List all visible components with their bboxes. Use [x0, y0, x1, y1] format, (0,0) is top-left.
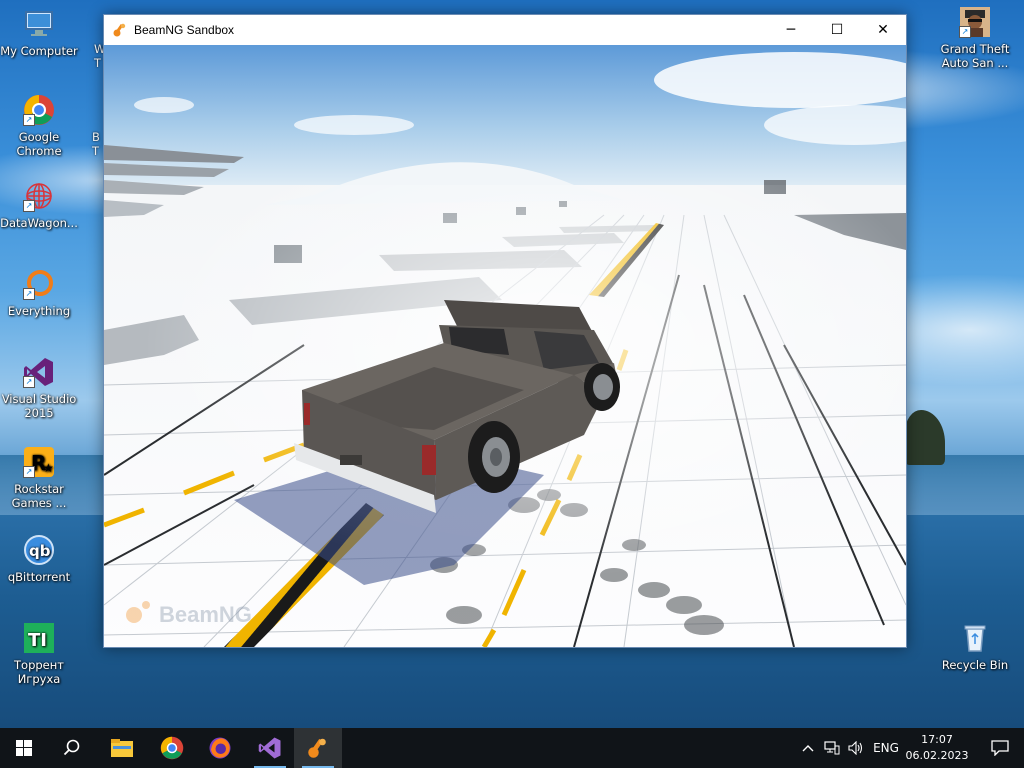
file-explorer-icon: [111, 739, 133, 757]
windows-logo-icon: [16, 740, 32, 756]
taskbar-chrome[interactable]: [148, 728, 196, 768]
clock[interactable]: 17:07 06.02.2023: [904, 732, 970, 764]
desktop-icon-gta-san-andreas[interactable]: ↗ Grand Theft Auto San ...: [936, 6, 1014, 70]
desktop-icon-label: qBittorrent: [7, 570, 71, 584]
desktop-icon-label: Google Chrome: [16, 130, 62, 158]
recycle-bin-icon: [959, 622, 991, 654]
svg-text:TI: TI: [28, 630, 47, 651]
desktop-icon-label: Торрент Игруха: [14, 658, 64, 686]
window-titlebar[interactable]: BeamNG Sandbox ─ ☐ ✕: [104, 15, 906, 45]
desktop-icon-everything[interactable]: ↗ Everything: [0, 268, 78, 318]
clock-time: 17:07: [921, 733, 953, 746]
notifications-button[interactable]: [976, 728, 1024, 768]
shortcut-arrow-icon: ↗: [959, 26, 971, 38]
cloud: [134, 97, 194, 113]
clock-date: 06.02.2023: [905, 749, 969, 762]
shortcut-arrow-icon: ↗: [23, 288, 35, 300]
desktop-icon-label: My Computer: [0, 44, 78, 58]
shortcut-arrow-icon: ↗: [23, 376, 35, 388]
system-tray: ENG: [796, 728, 904, 768]
desktop-icon-visual-studio[interactable]: ↗ Visual Studio 2015: [0, 356, 78, 420]
svg-text:qb: qb: [29, 542, 51, 560]
game-viewport[interactable]: BeamNG: [104, 45, 906, 647]
notification-icon: [991, 740, 1009, 756]
desktop-icon-recycle-bin[interactable]: Recycle Bin: [936, 622, 1014, 672]
shortcut-arrow-icon: ↗: [23, 466, 35, 478]
desktop-icon-my-computer[interactable]: My Computer: [0, 8, 78, 58]
beamng-icon: [308, 738, 326, 758]
shortcut-arrow-icon: ↗: [23, 200, 35, 212]
taskbar-beamng[interactable]: [294, 728, 342, 768]
desktop-icon-label: DataWagon...: [0, 216, 78, 230]
minimize-button[interactable]: ─: [768, 15, 814, 45]
close-button[interactable]: ✕: [860, 15, 906, 45]
desktop-icon-label: Rockstar Games ...: [11, 482, 67, 510]
maximize-button[interactable]: ☐: [814, 15, 860, 45]
desktop-icon-google-chrome[interactable]: ↗ Google Chrome: [0, 94, 78, 158]
visual-studio-icon: [258, 737, 281, 759]
rockstar-icon: R ★ ↗: [23, 446, 55, 478]
desktop-icon-label: Grand Theft Auto San ...: [940, 42, 1010, 70]
beamng-logo-icon: [113, 23, 126, 37]
cloud: [294, 115, 414, 135]
everything-icon: ↗: [23, 268, 55, 300]
computer-icon: [23, 8, 55, 40]
desktop-icon-qbittorrent[interactable]: qb qBittorrent: [0, 534, 78, 584]
speaker-icon: [848, 741, 863, 755]
beamng-window[interactable]: BeamNG Sandbox ─ ☐ ✕ BeamNG: [103, 14, 907, 648]
chrome-icon: ↗: [23, 94, 55, 126]
show-hidden-icons-button[interactable]: [796, 728, 820, 768]
taskbar-firefox[interactable]: [196, 728, 244, 768]
desktop-icon-label: Visual Studio 2015: [1, 392, 77, 420]
search-icon: [63, 739, 80, 756]
svg-text:BeamNG: BeamNG: [159, 602, 252, 627]
desktop-icon-label: Recycle Bin: [941, 658, 1009, 672]
desktop-icon-datawagon[interactable]: ↗ DataWagon...: [0, 180, 78, 230]
volume-button[interactable]: [844, 728, 868, 768]
chevron-up-icon: [802, 745, 814, 752]
desktop-background: My Computer ↗ Google Chrome ↗ DataWagon.…: [0, 0, 1024, 728]
wallpaper-rock: [905, 410, 945, 465]
taskbar: ENG 17:07 06.02.2023: [0, 728, 1024, 768]
network-button[interactable]: [820, 728, 844, 768]
gta-san-andreas-icon: ↗: [959, 6, 991, 38]
search-button[interactable]: [48, 728, 96, 768]
desktop-icon-rockstar-games[interactable]: R ★ ↗ Rockstar Games ...: [0, 446, 78, 510]
network-icon: [824, 741, 840, 755]
shortcut-arrow-icon: ↗: [23, 114, 35, 126]
taskbar-visual-studio[interactable]: [246, 728, 294, 768]
language-indicator[interactable]: ENG: [868, 728, 904, 768]
firefox-icon: [209, 737, 231, 759]
torrent-igruha-icon: TI: [23, 622, 55, 654]
start-button[interactable]: [0, 728, 48, 768]
visual-studio-icon: ↗: [23, 356, 55, 388]
desktop-icon-torrent-igruha[interactable]: TI Торрент Игруха: [0, 622, 78, 686]
partial-icon-label: BT: [92, 130, 100, 158]
datawagon-icon: ↗: [23, 180, 55, 212]
chrome-icon: [160, 736, 184, 760]
taskbar-file-explorer[interactable]: [98, 728, 146, 768]
window-title: BeamNG Sandbox: [134, 23, 235, 37]
qbittorrent-icon: qb: [23, 534, 55, 566]
svg-text:★: ★: [43, 461, 54, 475]
desktop-icon-label: Everything: [7, 304, 71, 318]
